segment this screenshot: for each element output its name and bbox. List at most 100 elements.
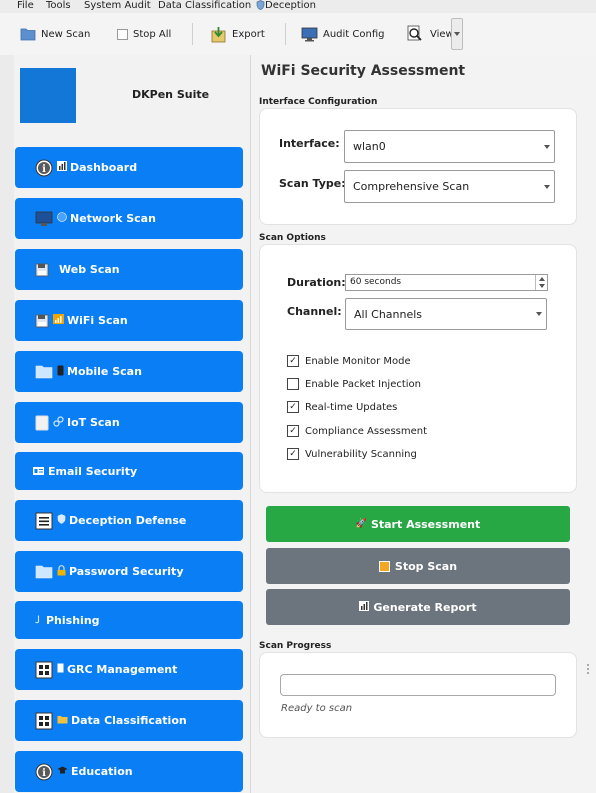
grid-icon [35, 661, 53, 679]
view-dropdown-button[interactable] [451, 18, 463, 50]
chevron-down-icon [454, 32, 460, 36]
new-scan-button[interactable]: New Scan [20, 21, 90, 47]
wifi-bars-icon [53, 314, 64, 327]
generate-report-button[interactable]: Generate Report [266, 589, 570, 625]
magnifier-document-icon [407, 25, 422, 41]
scan-type-select[interactable]: Comprehensive Scan [344, 170, 555, 203]
sidebar-item-label: Dashboard [70, 161, 138, 174]
sidebar-item-deception-defense[interactable]: Deception Defense [15, 500, 243, 541]
interface-panel [259, 108, 577, 225]
rocket-icon: 🚀 [355, 519, 367, 529]
monitor-mode-checkbox[interactable]: ✓ Enable Monitor Mode [287, 355, 411, 367]
generate-report-label: Generate Report [373, 600, 477, 614]
sidebar-item-dashboard[interactable]: i Dashboard [15, 147, 243, 188]
export-button[interactable]: Export [210, 21, 265, 47]
sidebar-item-phishing[interactable]: Phishing [15, 601, 243, 639]
folder-icon [35, 364, 53, 379]
sidebar-item-data-classification[interactable]: Data Classification [15, 700, 243, 741]
sidebar-item-label: Web Scan [59, 263, 120, 276]
stop-scan-button[interactable]: Stop Scan [266, 548, 570, 584]
shield-icon [256, 0, 265, 10]
sidebar-item-iot-scan[interactable]: IoT Scan [15, 402, 243, 443]
checkbox-label: Compliance Assessment [305, 425, 428, 437]
stop-all-button[interactable]: Stop All [117, 21, 171, 47]
grid-icon [35, 712, 53, 730]
sidebar-item-web-scan[interactable]: Web Scan [15, 249, 243, 290]
check-icon[interactable]: ✓ [287, 401, 299, 413]
chevron-down-icon [536, 312, 542, 316]
sidebar-item-wifi-scan[interactable]: WiFi Scan [15, 300, 243, 341]
export-label: Export [232, 28, 265, 40]
toolbar: New Scan Stop All Export Audit Config Vi… [0, 13, 596, 56]
sidebar-item-grc-management[interactable]: GRC Management [15, 649, 243, 690]
menu-bar: File Tools System Audit Data Classificat… [0, 0, 596, 13]
scan-type-label: Scan Type: [279, 177, 346, 190]
channel-value: All Channels [354, 307, 423, 321]
interface-select[interactable]: wlan0 [344, 130, 555, 163]
spin-buttons[interactable] [535, 275, 547, 290]
info-circle-icon: i [35, 159, 53, 177]
svg-text:i: i [42, 768, 46, 779]
sidebar-item-email-security[interactable]: Email Security [15, 452, 243, 490]
scan-status: Ready to scan [281, 703, 353, 714]
view-button[interactable]: View [405, 21, 454, 47]
checkbox-label: Vulnerability Scanning [305, 448, 417, 460]
chevron-down-icon [544, 144, 550, 149]
packet-injection-checkbox[interactable]: Enable Packet Injection [287, 378, 421, 390]
hook-icon [35, 615, 42, 625]
sidebar-item-label: Network Scan [70, 212, 156, 225]
menu-data-classification[interactable]: Data Classification [158, 0, 251, 12]
globe-icon [57, 212, 67, 225]
menu-file[interactable]: File [17, 0, 34, 12]
sidebar-item-label: WiFi Scan [67, 314, 128, 327]
audit-config-label: Audit Config [323, 28, 385, 40]
id-card-icon [33, 467, 44, 475]
toolbar-separator [285, 23, 286, 45]
floppy-icon [35, 263, 49, 277]
bar-chart-icon [359, 600, 370, 614]
sidebar-item-password-security[interactable]: Password Security [15, 551, 243, 592]
floppy-icon [35, 314, 49, 328]
clipboard-icon [57, 663, 64, 676]
start-assessment-label: Start Assessment [370, 517, 481, 531]
check-icon[interactable]: ✓ [287, 425, 299, 437]
realtime-updates-checkbox[interactable]: ✓ Real-time Updates [287, 401, 397, 413]
scan-type-value: Comprehensive Scan [353, 180, 470, 193]
scan-progress-bar [280, 674, 556, 696]
sidebar-item-label: IoT Scan [67, 416, 120, 429]
chevron-up-icon [539, 277, 545, 281]
sidebar-item-network-scan[interactable]: Network Scan [15, 198, 243, 239]
toolbar-separator [192, 23, 193, 45]
duration-value: 60 seconds [350, 277, 402, 287]
start-assessment-button[interactable]: 🚀 Start Assessment [266, 506, 570, 542]
check-icon[interactable]: ✓ [287, 448, 299, 460]
interface-section-title: Interface Configuration [259, 97, 378, 107]
checkbox-box[interactable] [287, 378, 299, 390]
folder-icon [57, 714, 68, 727]
menu-tools[interactable]: Tools [46, 0, 71, 12]
info-circle-icon: i [35, 763, 53, 781]
vulnerability-scanning-checkbox[interactable]: ✓ Vulnerability Scanning [287, 448, 417, 460]
menu-deception[interactable]: Deception [256, 0, 316, 13]
checkbox-label: Enable Packet Injection [305, 378, 422, 390]
folder-icon [20, 28, 36, 41]
check-icon[interactable]: ✓ [287, 355, 299, 367]
sidebar-item-education[interactable]: i Education [15, 751, 243, 792]
duration-spinbox[interactable]: 60 seconds [345, 274, 548, 291]
interface-value: wlan0 [353, 140, 386, 153]
link-icon [53, 415, 64, 430]
chevron-down-icon [544, 184, 550, 189]
splitter-handle[interactable] [587, 664, 589, 678]
menu-system-audit[interactable]: System Audit [84, 0, 151, 12]
shield-icon [57, 514, 66, 527]
channel-select[interactable]: All Channels [345, 298, 547, 330]
stop-icon [378, 560, 390, 572]
app-name: DKPen Suite [132, 88, 210, 101]
audit-config-button[interactable]: Audit Config [301, 21, 385, 47]
compliance-assessment-checkbox[interactable]: ✓ Compliance Assessment [287, 425, 427, 437]
svg-text:i: i [42, 164, 46, 175]
sidebar-item-mobile-scan[interactable]: Mobile Scan [15, 351, 243, 392]
bar-chart-icon [57, 161, 67, 174]
sidebar-item-label: Data Classification [71, 714, 187, 727]
sidebar-item-label: Deception Defense [69, 514, 187, 527]
